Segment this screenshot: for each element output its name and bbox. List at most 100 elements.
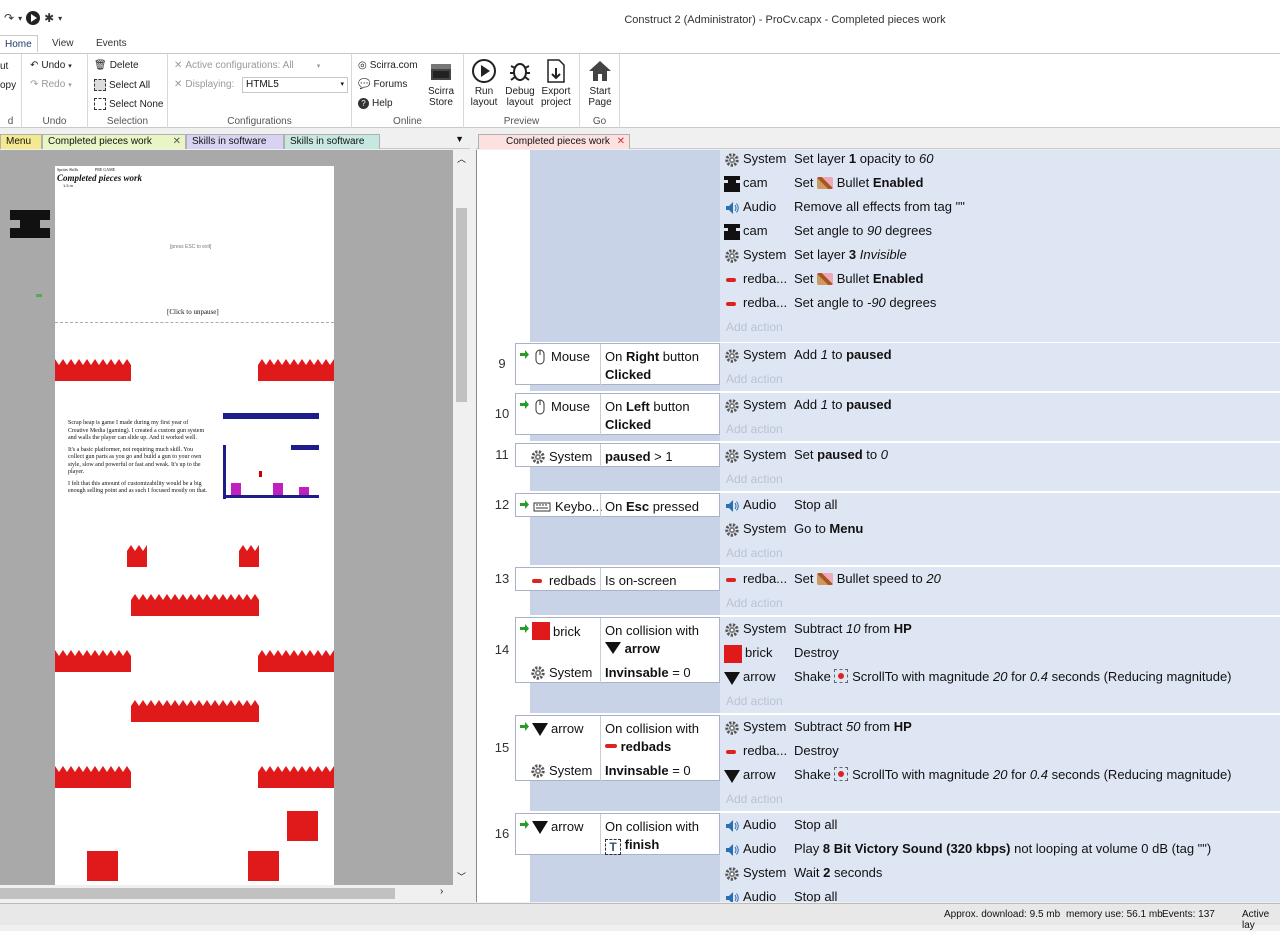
action-row[interactable]: Audio Remove all effects from tag "" — [720, 195, 1280, 219]
scroll-thumb[interactable] — [456, 208, 467, 402]
action-object-name: redba... — [743, 271, 788, 286]
displaying-select[interactable]: HTML5 ▾ — [242, 77, 348, 93]
event-conditions[interactable]: redbads Is on-screen — [515, 567, 720, 592]
undo-button[interactable]: ↶ Undo ▾ — [30, 60, 72, 71]
scirra-store-button[interactable]: Scirra Store — [424, 58, 458, 108]
help-link[interactable]: ? Help — [358, 98, 393, 109]
copy-button[interactable]: opy — [0, 80, 16, 91]
click-unpause-text: [Click to unpause] — [167, 308, 219, 316]
event-conditions[interactable]: brick On collision with arrow System Invins… — [515, 617, 720, 684]
action-object: System — [724, 617, 786, 641]
scroll-down-icon[interactable]: ﹀ — [457, 870, 466, 883]
export-project-button[interactable]: Export project — [539, 58, 573, 108]
cut-button[interactable]: ut — [0, 61, 8, 72]
add-action-link[interactable]: Add action — [726, 541, 783, 565]
tab-home[interactable]: Home — [0, 35, 38, 52]
run-layout-button[interactable]: Run layout — [467, 58, 501, 108]
action-row[interactable]: Audio Play 8 Bit Victory Sound (320 kbps)… — [720, 837, 1280, 861]
select-none-button[interactable]: Select None — [94, 98, 163, 110]
condition-row[interactable]: System paused > 1 — [516, 444, 719, 468]
action-row[interactable]: System Subtract 50 from HP — [720, 715, 1280, 739]
action-row[interactable]: System Subtract 10 from HP — [720, 617, 1280, 641]
close-icon[interactable]: ✕ — [617, 135, 625, 149]
condition-separator — [600, 660, 601, 684]
action-row[interactable]: arrow Shake ScrollTo with magnitude 20 fo… — [720, 665, 1280, 689]
tab-completed-pieces[interactable]: Completed pieces work ✕ — [42, 134, 186, 149]
add-action-link[interactable]: Add action — [726, 417, 783, 441]
scroll-up-icon[interactable]: ︿ — [457, 152, 466, 165]
action-row[interactable]: cam Set angle to 90 degrees — [720, 219, 1280, 243]
action-row[interactable]: redba... Destroy — [720, 739, 1280, 763]
event-conditions[interactable]: Mouse On Left button Clicked — [515, 393, 720, 436]
home-icon — [589, 61, 611, 81]
select-all-button[interactable]: Select All — [94, 79, 150, 91]
add-action-link[interactable]: Add action — [726, 689, 783, 713]
add-action-link[interactable]: Add action — [726, 787, 783, 811]
action-row[interactable]: System Set layer 3 Invisible — [720, 243, 1280, 267]
action-row[interactable]: System Add 1 to paused — [720, 343, 1280, 367]
run-label-1: Run — [474, 86, 494, 97]
event-sheet[interactable]: System Set layer 1 opacity to 60 cam Set Bu… — [476, 150, 1280, 902]
scroll-right-icon[interactable]: › — [440, 886, 443, 897]
action-row[interactable]: Audio Stop all — [720, 493, 1280, 517]
condition-row[interactable]: brick On collision with arrow — [516, 618, 719, 660]
cam-object-icon[interactable] — [10, 210, 52, 250]
action-row[interactable]: System Set paused to 0 — [720, 443, 1280, 467]
layout-vertical-scrollbar[interactable]: ︿ ﹀ — [453, 150, 470, 885]
condition-object: System — [530, 448, 592, 465]
condition-row[interactable]: System Invinsable = 0 — [516, 758, 719, 782]
condition-row[interactable]: Mouse On Right button Clicked — [516, 344, 719, 386]
status-events: Events: 137 — [1162, 909, 1215, 920]
layout-view[interactable]: Sprites Skills PRE GAME Completed pieces… — [0, 150, 470, 902]
condition-row[interactable]: arrow On collision with T finish — [516, 814, 719, 856]
action-row[interactable]: System Wait 2 seconds — [720, 861, 1280, 885]
forums-link[interactable]: 💬 Forums — [358, 79, 407, 90]
event-conditions[interactable]: Mouse On Right button Clicked — [515, 343, 720, 386]
action-row[interactable]: brick Destroy — [720, 641, 1280, 665]
action-row[interactable]: redba... Set Bullet speed to 20 — [720, 567, 1280, 591]
condition-row[interactable]: arrow On collision with redbads — [516, 716, 719, 758]
condition-row[interactable]: System Invinsable = 0 — [516, 660, 719, 684]
tabs-dropdown-icon[interactable]: ▼ — [455, 134, 464, 144]
hscroll-thumb[interactable] — [0, 888, 395, 899]
action-row[interactable]: arrow Shake ScrollTo with magnitude 20 fo… — [720, 763, 1280, 787]
tab-menu[interactable]: Menu — [0, 134, 42, 149]
arrow-icon — [724, 763, 740, 787]
tab-events[interactable]: Events — [90, 37, 133, 54]
action-row[interactable]: cam Set Bullet Enabled — [720, 171, 1280, 195]
close-icon[interactable]: ✕ — [173, 135, 181, 149]
tab-view[interactable]: View — [46, 37, 80, 54]
action-row[interactable]: System Set layer 1 opacity to 60 — [720, 150, 1280, 171]
action-row[interactable]: Audio Stop all — [720, 885, 1280, 902]
event-conditions[interactable]: Keybo... On Esc pressed — [515, 493, 720, 518]
add-action-link[interactable]: Add action — [726, 367, 783, 391]
add-action-link[interactable]: Add action — [726, 315, 783, 339]
action-row[interactable]: System Add 1 to paused — [720, 393, 1280, 417]
debug-layout-button[interactable]: Debug layout — [503, 58, 537, 108]
tab-skills-1[interactable]: Skills in software — [186, 134, 284, 149]
event-block: 13 redbads Is on-screen redba... Set Bullet … — [477, 567, 1280, 615]
action-row[interactable]: redba... Set angle to -90 degrees — [720, 291, 1280, 315]
active-configurations[interactable]: ✕ Active configurations: All ▾ — [174, 60, 320, 71]
condition-row[interactable]: redbads Is on-screen — [516, 568, 719, 592]
layout-horizontal-scrollbar[interactable]: › — [0, 885, 470, 902]
event-conditions[interactable]: System paused > 1 — [515, 443, 720, 468]
condition-row[interactable]: Mouse On Left button Clicked — [516, 394, 719, 436]
redo-button[interactable]: ↷ Redo ▾ — [30, 79, 72, 90]
event-conditions[interactable]: arrow On collision with T finish — [515, 813, 720, 856]
action-row[interactable]: Audio Stop all — [720, 813, 1280, 837]
speaker-icon — [724, 195, 740, 219]
add-action-link[interactable]: Add action — [726, 467, 783, 491]
action-row[interactable]: redba... Set Bullet Enabled — [720, 267, 1280, 291]
para-1: Scrap heap is game I made during my firs… — [68, 420, 205, 441]
game-preview-image — [223, 413, 319, 499]
add-action-link[interactable]: Add action — [726, 591, 783, 615]
event-conditions[interactable]: arrow On collision with redbads System Invi… — [515, 715, 720, 782]
start-page-button[interactable]: Start Page — [583, 58, 617, 108]
tab-skills-2[interactable]: Skills in software — [284, 134, 380, 149]
condition-row[interactable]: Keybo... On Esc pressed — [516, 494, 719, 518]
tab-completed-pieces-events[interactable]: Completed pieces work ✕ — [478, 134, 630, 149]
action-row[interactable]: System Go to Menu — [720, 517, 1280, 541]
scirra-link[interactable]: ◎ Scirra.com — [358, 60, 418, 71]
delete-button[interactable]: 🗑 Delete — [94, 60, 139, 71]
